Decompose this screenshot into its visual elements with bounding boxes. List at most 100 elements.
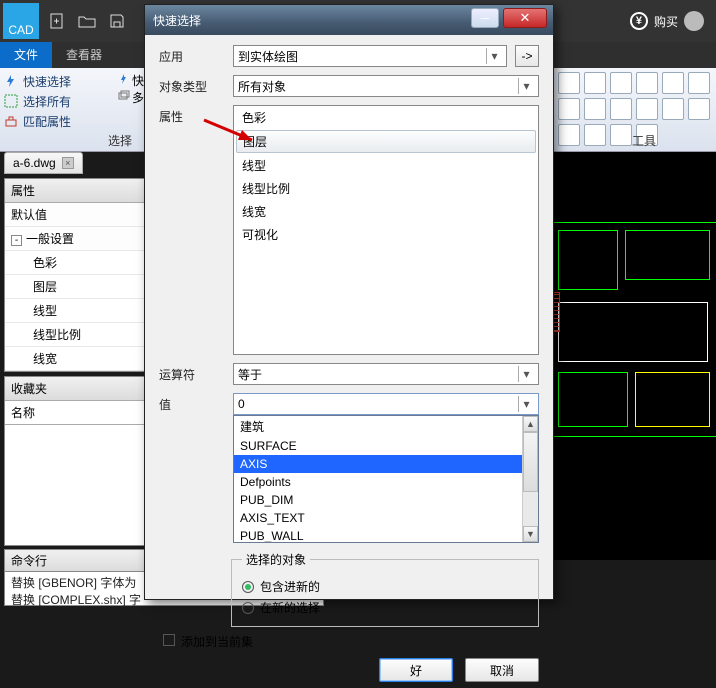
object-type-select[interactable]: 所有对象▾ <box>233 75 539 97</box>
tool-button[interactable] <box>610 98 632 120</box>
dialog-title: 快速选择 <box>153 12 201 29</box>
tool-button[interactable] <box>584 124 606 146</box>
add-current-label: 添加到当前集 <box>181 635 253 649</box>
chevron-down-icon: ▾ <box>486 48 502 64</box>
radio-new-label: 在新的选择 <box>260 599 320 616</box>
select-all-icon <box>4 94 18 108</box>
scroll-up-icon[interactable]: ▲ <box>523 416 538 432</box>
tool-button[interactable] <box>610 124 632 146</box>
ok-button[interactable]: 好 <box>379 658 453 682</box>
dialog-titlebar[interactable]: 快速选择 ─ ✕ <box>145 5 553 35</box>
value-option[interactable]: Defpoints <box>234 473 538 491</box>
apply-label: 应用 <box>159 45 225 65</box>
ribbon-group-tools-label: 工具 <box>632 132 656 149</box>
dropdown-scrollbar[interactable]: ▲ ▼ <box>522 416 538 542</box>
radio-new-row[interactable]: 在新的选择 <box>242 599 528 616</box>
attribute-list[interactable]: 色彩 图层 线型 线型比例 线宽 可视化 <box>233 105 539 355</box>
document-tab-label: a-6.dwg <box>13 156 56 170</box>
layers-icon <box>118 90 132 104</box>
tool-button[interactable] <box>610 72 632 94</box>
prop-row[interactable]: 线宽 <box>5 347 149 371</box>
tool-button[interactable] <box>558 72 580 94</box>
default-value-row[interactable]: 默认值 <box>5 203 149 227</box>
favorites-header: 收藏夹 <box>5 377 149 401</box>
value-option[interactable]: PUB_WALL <box>234 527 538 543</box>
group-legend: 选择的对象 <box>242 551 310 568</box>
tab-file[interactable]: 文件 <box>0 42 52 68</box>
radio-icon[interactable] <box>242 602 254 614</box>
properties-panel: 属性 默认值 -一般设置 色彩 图层 线型 线型比例 线宽 <box>4 178 150 372</box>
tool-button[interactable] <box>584 72 606 94</box>
tool-button[interactable] <box>688 98 710 120</box>
scroll-down-icon[interactable]: ▼ <box>523 526 538 542</box>
attribute-item[interactable]: 线型比例 <box>234 177 538 200</box>
prop-row[interactable]: 线型比例 <box>5 323 149 347</box>
radio-include-row[interactable]: 包含进新的 <box>242 578 528 595</box>
tool-button[interactable] <box>558 124 580 146</box>
match-icon <box>4 114 18 128</box>
value-dropdown: 建筑 SURFACE AXIS Defpoints PUB_DIM AXIS_T… <box>233 415 539 543</box>
tool-button[interactable] <box>688 72 710 94</box>
tool-button[interactable] <box>584 98 606 120</box>
operator-select[interactable]: 等于▾ <box>233 363 539 385</box>
value-option[interactable]: PUB_DIM <box>234 491 538 509</box>
chevron-down-icon: ▾ <box>518 366 534 382</box>
close-tab-icon[interactable]: × <box>62 157 74 169</box>
tool-button[interactable] <box>636 72 658 94</box>
ribbon-multi-short[interactable]: 多 <box>118 89 144 106</box>
ribbon-quick-short[interactable]: 快 <box>118 72 144 89</box>
chevron-down-icon: ▾ <box>518 78 534 94</box>
scroll-thumb[interactable] <box>523 432 538 492</box>
add-current-checkbox-row[interactable]: 添加到当前集 <box>163 633 539 650</box>
cancel-button[interactable]: 取消 <box>465 658 539 682</box>
bolt-icon <box>4 74 18 88</box>
currency-icon: ¥ <box>630 12 648 30</box>
select-objects-group: 选择的对象 包含进新的 在新的选择 <box>231 551 539 627</box>
radio-include-label: 包含进新的 <box>260 578 320 595</box>
tab-viewer[interactable]: 查看器 <box>52 42 116 68</box>
value-label: 值 <box>159 393 225 413</box>
value-option[interactable]: 建筑 <box>234 416 538 437</box>
ribbon-tools-grid <box>532 72 710 146</box>
buy-label[interactable]: 购买 <box>654 13 678 30</box>
new-file-icon[interactable] <box>46 10 68 32</box>
value-option[interactable]: SURFACE <box>234 437 538 455</box>
value-option[interactable]: AXIS_TEXT <box>234 509 538 527</box>
attribute-item[interactable]: 色彩 <box>234 106 538 129</box>
document-tab[interactable]: a-6.dwg × <box>4 152 83 174</box>
prop-row[interactable]: 图层 <box>5 275 149 299</box>
tool-button[interactable] <box>662 72 684 94</box>
favorites-panel: 收藏夹 名称 <box>4 376 150 546</box>
prop-row[interactable]: 色彩 <box>5 251 149 275</box>
favorites-name-col: 名称 <box>5 401 149 425</box>
ribbon-group-select-label: 选择 <box>108 132 132 149</box>
chevron-down-icon: ▾ <box>518 396 534 412</box>
value-select[interactable]: 0▾ 建筑 SURFACE AXIS Defpoints PUB_DIM AXI… <box>233 393 539 415</box>
quick-select-dialog: 快速选择 ─ ✕ 应用 到实体绘图▾ -> 对象类型 所有对象▾ 属性 色彩 图… <box>144 4 554 600</box>
object-type-label: 对象类型 <box>159 75 225 95</box>
tool-button[interactable] <box>636 98 658 120</box>
save-icon[interactable] <box>106 10 128 32</box>
user-avatar[interactable] <box>684 11 704 31</box>
minimize-button[interactable]: ─ <box>471 8 499 28</box>
apply-select[interactable]: 到实体绘图▾ <box>233 45 507 67</box>
ribbon-match-props[interactable]: 匹配属性 <box>4 111 144 131</box>
checkbox-icon[interactable] <box>163 634 175 646</box>
tool-button[interactable] <box>558 98 580 120</box>
radio-icon[interactable] <box>242 581 254 593</box>
bolt-icon <box>118 73 132 87</box>
value-option-highlight[interactable]: AXIS <box>234 455 538 473</box>
close-button[interactable]: ✕ <box>503 8 547 28</box>
general-settings-row[interactable]: -一般设置 <box>5 227 149 251</box>
attribute-item[interactable]: 线型 <box>234 154 538 177</box>
collapse-icon[interactable]: - <box>11 235 22 246</box>
prop-row[interactable]: 线型 <box>5 299 149 323</box>
attribute-item-selected[interactable]: 图层 <box>236 130 536 153</box>
tool-button[interactable] <box>662 98 684 120</box>
attribute-label: 属性 <box>159 105 225 125</box>
attribute-item[interactable]: 线宽 <box>234 200 538 223</box>
app-logo: CAD <box>3 3 39 39</box>
apply-go-button[interactable]: -> <box>515 45 539 67</box>
attribute-item[interactable]: 可视化 <box>234 223 538 246</box>
open-file-icon[interactable] <box>76 10 98 32</box>
